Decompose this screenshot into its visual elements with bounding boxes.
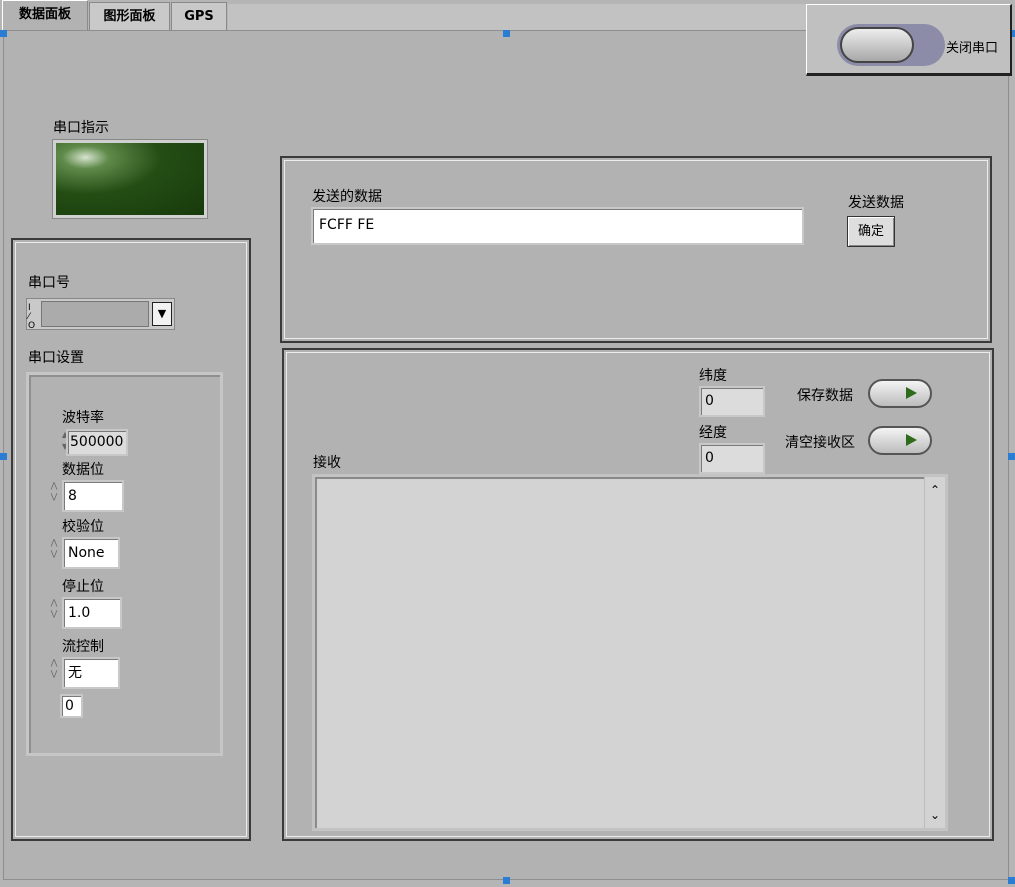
data-bits-field[interactable]: 8 bbox=[62, 480, 124, 512]
receive-textarea[interactable]: ⌃ ⌄ bbox=[312, 474, 948, 831]
tab-gps[interactable]: GPS bbox=[171, 2, 227, 30]
toggle-knob bbox=[840, 27, 914, 63]
resize-handle[interactable] bbox=[0, 453, 7, 460]
flow-control-spinner[interactable]: ⋀ ⋁ bbox=[47, 657, 61, 689]
flow-control-numeric: 0 bbox=[60, 694, 83, 718]
port-value bbox=[41, 301, 149, 327]
tab-label: 图形面板 bbox=[103, 9, 156, 24]
baud-label: 波特率 bbox=[62, 410, 104, 426]
send-button-caption: 发送数据 bbox=[848, 195, 904, 211]
port-indicator-label: 串口指示 bbox=[53, 120, 109, 136]
send-data-field[interactable]: FCFF FE bbox=[311, 207, 804, 245]
resize-handle[interactable] bbox=[0, 30, 7, 37]
send-frame bbox=[280, 156, 992, 343]
clear-receive-button[interactable] bbox=[868, 426, 932, 455]
port-indicator-led bbox=[52, 139, 208, 219]
receive-scrollbar[interactable]: ⌃ ⌄ bbox=[924, 477, 945, 828]
tab-label: GPS bbox=[184, 9, 214, 24]
close-port-label: 关闭串口 bbox=[946, 41, 999, 56]
led-light bbox=[56, 143, 204, 215]
port-label: 串口号 bbox=[28, 275, 70, 291]
clear-receive-label: 清空接收区 bbox=[785, 435, 855, 451]
data-bits-spinner[interactable]: ⋀ ⋁ bbox=[47, 480, 61, 512]
chevron-down-icon[interactable]: ▼ bbox=[152, 302, 172, 326]
longitude-label: 经度 bbox=[699, 425, 727, 441]
io-icon: I ⁄ O bbox=[28, 303, 36, 331]
resize-handle[interactable] bbox=[1008, 877, 1015, 884]
data-bits-label: 数据位 bbox=[62, 462, 104, 478]
save-data-label: 保存数据 bbox=[797, 388, 853, 404]
latitude-label: 纬度 bbox=[699, 368, 727, 384]
stop-bits-field[interactable]: 1.0 bbox=[62, 597, 122, 629]
latitude-field: 0 bbox=[699, 386, 765, 417]
baud-field[interactable]: 500000 bbox=[66, 429, 128, 456]
chevron-up-icon[interactable]: ⌃ bbox=[930, 483, 940, 497]
parity-spinner[interactable]: ⋀ ⋁ bbox=[47, 537, 61, 569]
send-data-label: 发送的数据 bbox=[312, 189, 382, 205]
port-select[interactable]: I ⁄ O ▼ bbox=[26, 298, 175, 331]
tab-strip-fill bbox=[228, 4, 810, 31]
flow-control-field[interactable]: 无 bbox=[62, 657, 120, 689]
receive-label: 接收 bbox=[313, 455, 341, 471]
resize-handle[interactable] bbox=[503, 877, 510, 884]
tab-graph-panel[interactable]: 图形面板 bbox=[89, 2, 170, 30]
parity-field[interactable]: None bbox=[62, 537, 120, 569]
send-button-label: 确定 bbox=[857, 224, 884, 239]
longitude-field: 0 bbox=[699, 443, 765, 474]
serial-settings-label: 串口设置 bbox=[28, 350, 84, 366]
resize-handle[interactable] bbox=[503, 30, 510, 37]
resize-handle[interactable] bbox=[1008, 453, 1015, 460]
flow-control-label: 流控制 bbox=[62, 639, 104, 655]
parity-label: 校验位 bbox=[62, 519, 104, 535]
tab-label: 数据面板 bbox=[18, 7, 71, 22]
play-arrow-icon bbox=[906, 434, 917, 446]
stop-bits-label: 停止位 bbox=[62, 579, 104, 595]
play-arrow-icon bbox=[906, 387, 917, 399]
close-port-toggle[interactable] bbox=[837, 24, 945, 66]
stop-bits-spinner[interactable]: ⋀ ⋁ bbox=[47, 597, 61, 629]
chevron-down-icon[interactable]: ⌄ bbox=[930, 808, 940, 822]
save-data-button[interactable] bbox=[868, 379, 932, 408]
tab-data-panel[interactable]: 数据面板 bbox=[2, 0, 88, 32]
send-button[interactable]: 确定 bbox=[847, 216, 895, 247]
